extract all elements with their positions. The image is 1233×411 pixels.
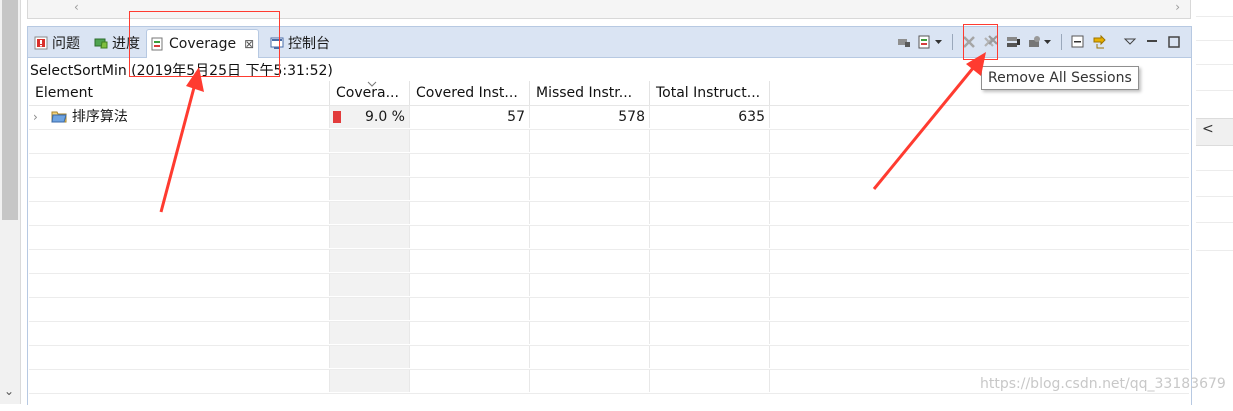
- annotation-arrows: [159, 52, 986, 213]
- watermark: https://blog.csdn.net/qq_33183679: [980, 376, 1226, 392]
